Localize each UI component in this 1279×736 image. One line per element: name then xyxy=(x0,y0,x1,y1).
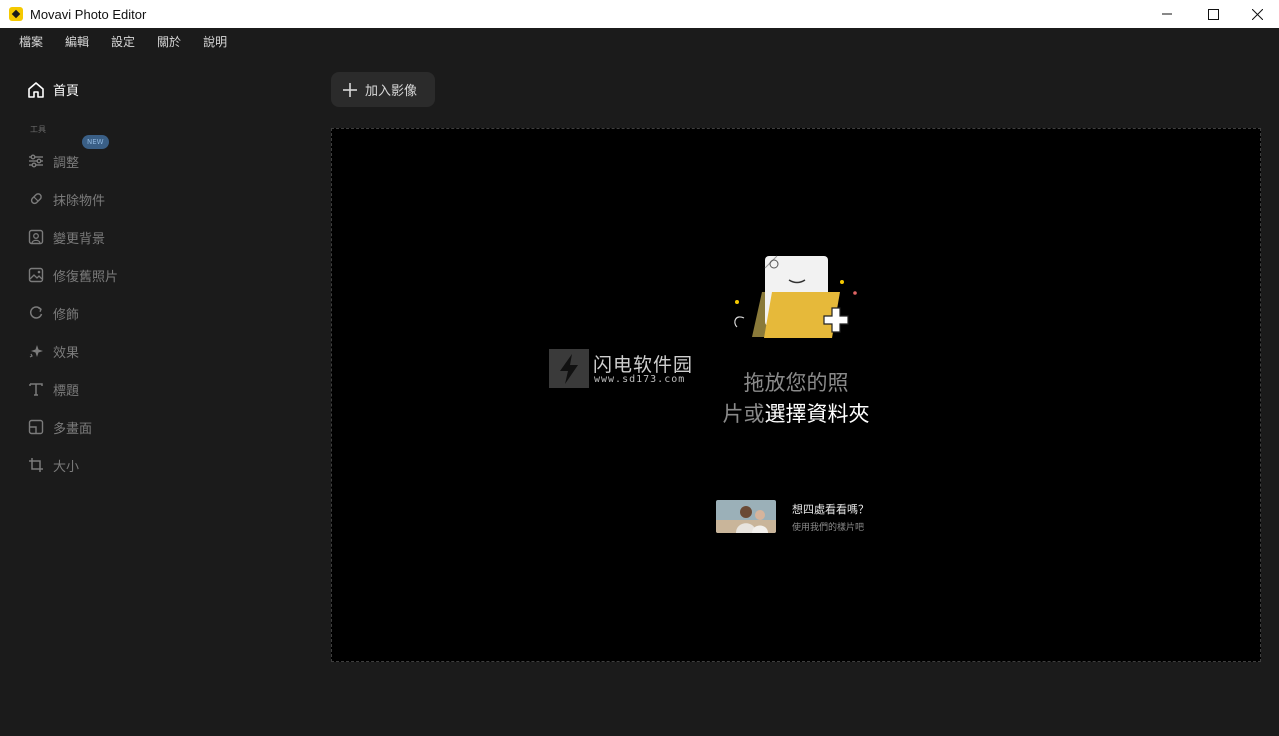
add-images-label: 加入影像 xyxy=(365,84,418,99)
crop-icon xyxy=(27,456,45,474)
choose-folder-link[interactable]: 選擇資料夾 xyxy=(765,402,870,426)
minimize-button[interactable] xyxy=(1144,0,1190,28)
sidebar-item-change-background[interactable]: 變更背景 xyxy=(27,226,105,248)
watermark-url: www.sd173.com xyxy=(594,374,686,385)
minimize-icon xyxy=(1162,13,1172,15)
sidebar-item-label: 變更背景 xyxy=(53,231,106,247)
tools-heading: 工具 xyxy=(30,125,46,134)
menu-help[interactable]: 說明 xyxy=(203,33,227,50)
sidebar-item-label: 多畫面 xyxy=(53,421,93,437)
sliders-icon xyxy=(27,152,45,170)
menu-file[interactable]: 檔案 xyxy=(19,33,43,50)
sidebar-item-retouch[interactable]: 修飾 xyxy=(27,302,79,324)
frames-icon xyxy=(27,418,45,436)
sidebar-item-label: 首頁 xyxy=(53,84,80,99)
maximize-icon xyxy=(1207,8,1219,20)
menu-edit[interactable]: 編輯 xyxy=(65,33,89,50)
text-icon xyxy=(27,380,45,398)
home-icon xyxy=(27,81,45,99)
sidebar-item-erase-object[interactable]: 抹除物件 xyxy=(27,188,105,210)
lightning-logo-icon xyxy=(549,349,589,388)
sample-photos-link[interactable]: 想四處看看嗎？ 使用我們的樣片吧 xyxy=(716,500,869,533)
sample-thumbnail xyxy=(716,500,776,533)
sidebar-item-label: 大小 xyxy=(53,459,80,475)
sidebar-item-label: 標題 xyxy=(53,383,80,399)
close-icon xyxy=(1251,8,1263,20)
app-logo-icon xyxy=(9,7,23,21)
maximize-button[interactable] xyxy=(1190,0,1236,28)
sidebar-item-restore-photo[interactable]: 修復舊照片 xyxy=(27,264,118,286)
drop-instructions: 拖放您的照 片或選擇資料夾 xyxy=(700,368,892,430)
title-bar: Movavi Photo Editor xyxy=(0,0,1279,28)
eraser-icon xyxy=(27,190,45,208)
sidebar-item-home[interactable]: 首頁 xyxy=(27,80,79,99)
photo-restore-icon xyxy=(27,266,45,284)
drop-instructions-line1: 拖放您的照 xyxy=(743,371,849,395)
window-title: Movavi Photo Editor xyxy=(30,6,147,22)
drop-instructions-prefix: 片或 xyxy=(722,402,765,426)
sidebar-item-label: 抹除物件 xyxy=(53,193,106,209)
sidebar-item-size[interactable]: 大小 xyxy=(27,454,79,476)
menu-about[interactable]: 關於 xyxy=(157,33,181,50)
sidebar-item-effects[interactable]: 效果 xyxy=(27,340,79,362)
sidebar-item-label: 調整 xyxy=(53,155,80,171)
sidebar-item-label: 修復舊照片 xyxy=(53,269,119,285)
new-badge: NEW xyxy=(82,135,109,149)
sample-title: 想四處看看嗎？ xyxy=(792,502,869,516)
close-button[interactable] xyxy=(1234,0,1279,28)
sidebar-item-titles[interactable]: 標題 xyxy=(27,378,79,400)
drop-instructions-line2: 片或選擇資料夾 xyxy=(700,399,892,430)
portrait-icon xyxy=(27,228,45,246)
sidebar-item-multi-frame[interactable]: 多畫面 xyxy=(27,416,92,438)
folder-illustration-icon xyxy=(734,255,857,338)
watermark: 闪电软件园 www.sd173.com xyxy=(549,349,719,389)
plus-icon xyxy=(343,82,357,97)
watermark-title: 闪电软件园 xyxy=(593,354,694,376)
menu-settings[interactable]: 設定 xyxy=(111,33,135,50)
menu-bar: 檔案 編輯 設定 關於 說明 xyxy=(0,28,1279,54)
add-images-button[interactable]: 加入影像 xyxy=(331,72,435,107)
sparkle-icon xyxy=(27,342,45,360)
sidebar-item-adjust[interactable]: 調整 xyxy=(27,150,79,172)
sample-subtitle: 使用我們的樣片吧 xyxy=(792,522,865,533)
sidebar-item-label: 修飾 xyxy=(53,307,80,323)
sidebar: 首頁 工具 NEW 調整 抹除物件 變更背景 修復舊照片 修飾 效果 標題 多畫… xyxy=(0,54,300,736)
retouch-icon xyxy=(27,304,45,322)
sidebar-item-label: 效果 xyxy=(53,345,80,361)
